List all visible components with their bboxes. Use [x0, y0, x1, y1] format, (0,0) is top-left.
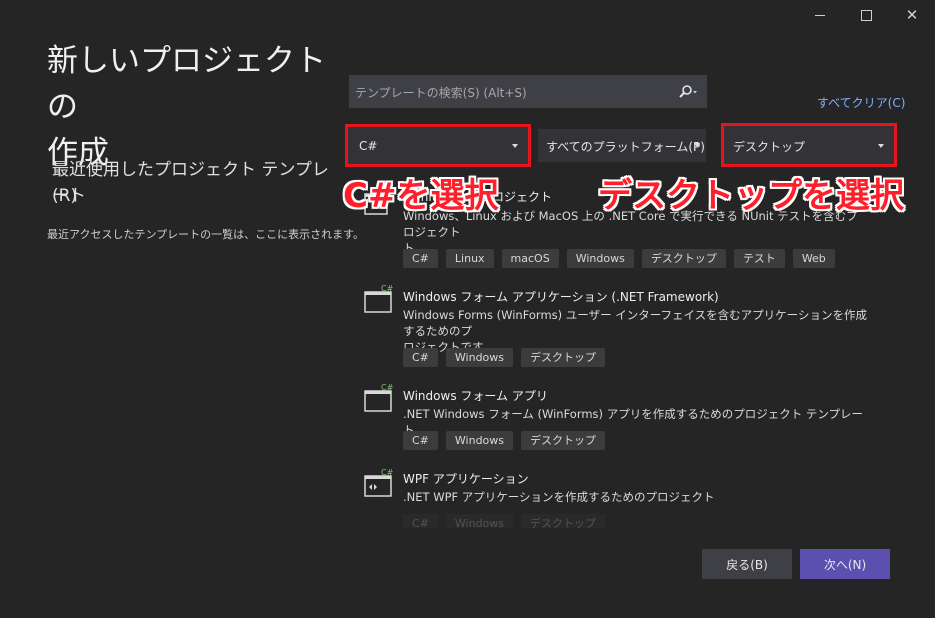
chevron-down-icon	[694, 143, 700, 147]
tag: C#	[403, 514, 438, 528]
close-button[interactable]: ✕	[889, 0, 935, 30]
minimize-icon	[815, 14, 825, 16]
winforms-app-icon: C#	[364, 383, 393, 412]
recent-templates-heading: 最近使用したプロジェクト テンプレート	[52, 160, 329, 206]
project-type-dropdown[interactable]: デスクトップ	[721, 123, 897, 167]
tag: デスクトップ	[641, 249, 726, 268]
template-description: .NET WPF アプリケーションを作成するためのプロジェクト	[403, 489, 873, 505]
tag: Linux	[445, 249, 494, 268]
tag: デスクトップ	[521, 514, 606, 528]
recent-templates-accesskey: (R)	[52, 186, 78, 206]
winforms-project-icon: C#	[364, 284, 393, 313]
template-tags: C# Windows デスクトップ	[403, 431, 606, 450]
annotation-select-desktop: デスクトップを選択	[598, 176, 904, 216]
platform-dropdown[interactable]: すべてのプラットフォーム(P)	[538, 129, 706, 162]
wpf-app-icon: C#	[364, 468, 393, 497]
template-name[interactable]: WPF アプリケーション	[403, 470, 529, 487]
page-title-line1: 新しいプロジェクトの	[47, 43, 326, 125]
language-dropdown-value: C#	[359, 139, 378, 153]
search-placeholder: テンプレートの検索(S) (Alt+S)	[355, 86, 527, 100]
page-title: 新しいプロジェクトの 作成	[47, 38, 327, 176]
tag: Web	[792, 249, 835, 268]
svg-text:C#: C#	[381, 284, 393, 293]
tag: テスト	[733, 249, 785, 268]
template-tags: C# Linux macOS Windows デスクトップ テスト Web	[403, 249, 835, 268]
maximize-button[interactable]	[843, 0, 889, 30]
tag: Windows	[445, 514, 514, 528]
next-button[interactable]: 次へ(N)	[800, 549, 890, 579]
tag: C#	[403, 431, 438, 450]
chevron-down-icon	[512, 144, 518, 148]
tag: デスクトップ	[521, 431, 606, 450]
tag: macOS	[501, 249, 559, 268]
clear-all-link[interactable]: すべてクリア(C)	[817, 94, 905, 111]
platform-dropdown-value: すべてのプラットフォーム(P)	[546, 140, 705, 154]
template-tags: C# Windows デスクトップ	[403, 348, 606, 367]
annotation-select-language: C#を選択	[343, 176, 499, 216]
template-tags: C# Windows デスクトップ	[403, 514, 606, 528]
template-name[interactable]: Windows フォーム アプリケーション (.NET Framework)	[403, 288, 719, 305]
recent-templates-empty-text: 最近アクセスしたテンプレートの一覧は、ここに表示されます。	[47, 228, 365, 241]
maximize-icon	[860, 9, 872, 21]
minimize-button[interactable]	[797, 0, 843, 30]
close-icon: ✕	[905, 6, 919, 24]
tag: Windows	[566, 249, 634, 268]
tag: Windows	[445, 431, 514, 450]
back-button[interactable]: 戻る(B)	[702, 549, 792, 579]
tag: デスクトップ	[521, 348, 606, 367]
chevron-down-icon	[878, 144, 884, 148]
template-name[interactable]: Windows フォーム アプリ	[403, 387, 548, 404]
template-description-line: .NET WPF アプリケーションを作成するためのプロジェクト	[403, 490, 715, 504]
tag: C#	[403, 348, 438, 367]
template-description-line: Windows Forms (WinForms) ユーザー インターフェイスを含…	[403, 308, 867, 338]
svg-text:C#: C#	[381, 383, 393, 392]
language-dropdown[interactable]: C#	[345, 124, 531, 167]
svg-text:C#: C#	[381, 468, 393, 477]
tag: Windows	[445, 348, 514, 367]
search-icon[interactable]	[678, 84, 698, 100]
tag: C#	[403, 249, 438, 268]
project-type-dropdown-value: デスクトップ	[733, 140, 806, 154]
